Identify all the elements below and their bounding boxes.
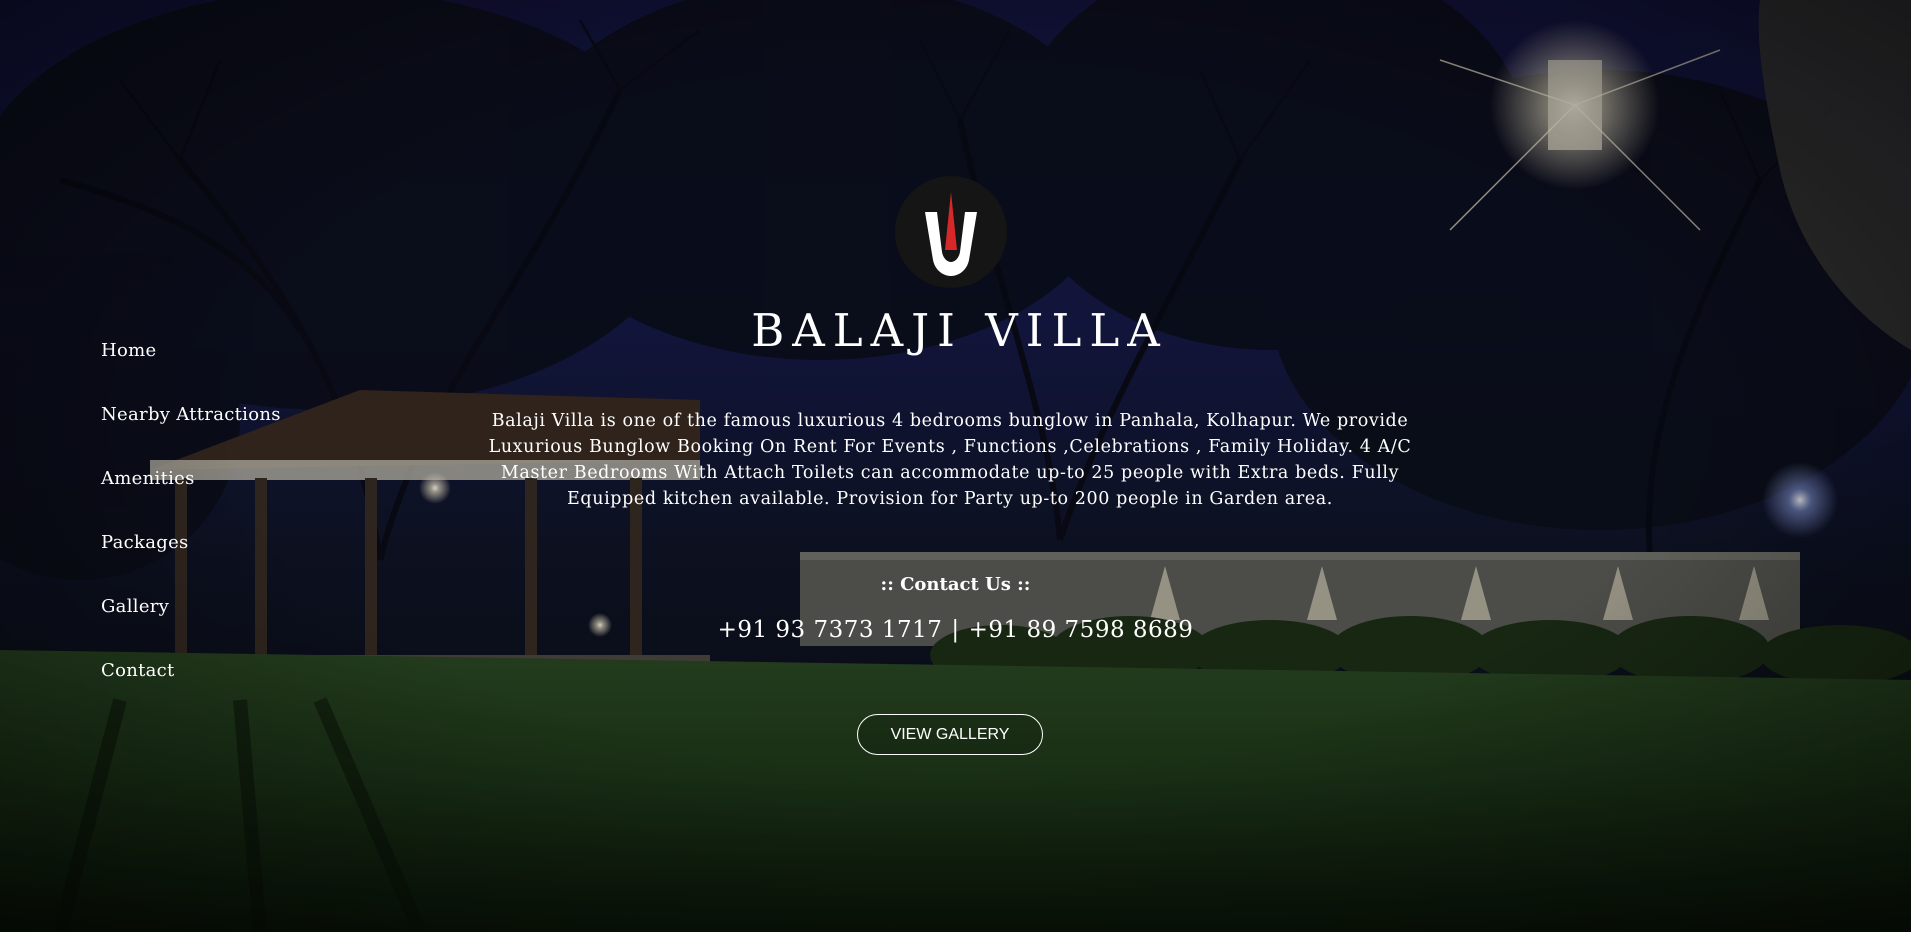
nav-link-contact[interactable]: Contact: [101, 656, 175, 686]
contact-heading: :: Contact Us ::: [880, 574, 1031, 595]
nav-item-contact: Contact: [101, 656, 281, 720]
view-gallery-button[interactable]: VIEW GALLERY: [857, 714, 1043, 755]
phone-separator: |: [951, 617, 960, 643]
phone-numbers: +91 93 7373 1717 | +91 89 7598 8689: [0, 617, 1911, 643]
villa-description: Balaji Villa is one of the famous luxuri…: [488, 411, 1412, 509]
nav-link-nearby-attractions[interactable]: Nearby Attractions: [101, 400, 281, 430]
nav-link-amenities[interactable]: Amenities: [101, 464, 195, 494]
hero-section: Home Nearby Attractions Amenities Packag…: [0, 0, 1911, 932]
side-navigation: Home Nearby Attractions Amenities Packag…: [101, 336, 281, 720]
phone-number-2[interactable]: +91 89 7598 8689: [969, 617, 1194, 643]
nav-item-amenities: Amenities: [101, 464, 281, 528]
nav-item-nearby-attractions: Nearby Attractions: [101, 400, 281, 464]
nav-link-packages[interactable]: Packages: [101, 528, 189, 558]
site-title: BALAJI VILLA: [751, 304, 1168, 357]
tilak-logo-icon[interactable]: [895, 176, 1007, 288]
phone-number-1[interactable]: +91 93 7373 1717: [718, 617, 943, 643]
